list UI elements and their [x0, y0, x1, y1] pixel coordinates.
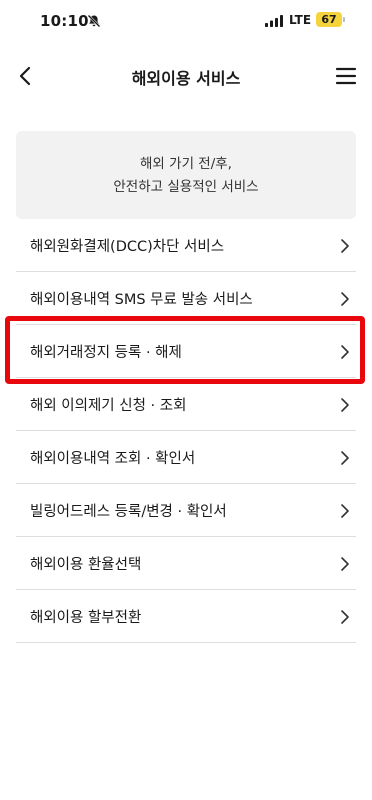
- menu-item-exchange-rate[interactable]: 해외이용 환율선택: [16, 537, 356, 590]
- intro-line-2: 안전하고 실용적인 서비스: [113, 179, 259, 195]
- menu-item-sms-service[interactable]: 해외이용내역 SMS 무료 발송 서비스: [16, 272, 356, 325]
- chevron-right-icon: [341, 557, 349, 571]
- battery-tip: [343, 17, 345, 22]
- chevron-right-icon: [341, 398, 349, 412]
- hamburger-menu-icon[interactable]: [334, 64, 358, 88]
- menu-item-installment[interactable]: 해외이용 할부전환: [16, 590, 356, 643]
- battery-icon: 67: [316, 12, 342, 27]
- menu-item-label: 해외원화결제(DCC)차단 서비스: [30, 239, 225, 255]
- menu-item-label: 해외 이의제기 신청 · 조회: [30, 398, 187, 414]
- nav-bar: 해외이용 서비스: [0, 50, 372, 102]
- menu-item-dispute[interactable]: 해외 이의제기 신청 · 조회: [16, 378, 356, 431]
- menu-item-dcc-block[interactable]: 해외원화결제(DCC)차단 서비스: [16, 219, 356, 272]
- menu-item-label: 해외이용내역 조회 · 확인서: [30, 451, 196, 467]
- menu-item-label: 해외이용 할부전환: [30, 610, 142, 626]
- menu-item-label: 해외이용내역 SMS 무료 발송 서비스: [30, 292, 253, 308]
- page-title: 해외이용 서비스: [131, 69, 241, 88]
- chevron-right-icon: [341, 610, 349, 624]
- chevron-right-icon: [341, 292, 349, 306]
- intro-line-1: 해외 가기 전/후,: [140, 156, 232, 172]
- intro-box: 해외 가기 전/후, 안전하고 실용적인 서비스: [16, 131, 356, 219]
- menu-item-transaction-suspend[interactable]: 해외거래정지 등록 · 해제: [16, 325, 356, 378]
- status-bar: 10:10 LTE 67: [0, 0, 372, 44]
- menu-item-label: 해외이용 환율선택: [30, 557, 142, 573]
- status-time: 10:10: [40, 12, 89, 30]
- chevron-right-icon: [341, 504, 349, 518]
- chevron-right-icon: [341, 345, 349, 359]
- service-menu-list: 해외원화결제(DCC)차단 서비스 해외이용내역 SMS 무료 발송 서비스 해…: [16, 219, 356, 643]
- signal-icon: [265, 15, 283, 27]
- chevron-right-icon: [341, 451, 349, 465]
- menu-item-history[interactable]: 해외이용내역 조회 · 확인서: [16, 431, 356, 484]
- menu-item-billing-address[interactable]: 빌링어드레스 등록/변경 · 확인서: [16, 484, 356, 537]
- bell-off-icon: [87, 14, 101, 28]
- network-type: LTE: [289, 13, 312, 27]
- chevron-right-icon: [341, 239, 349, 253]
- menu-item-label: 해외거래정지 등록 · 해제: [30, 345, 182, 361]
- menu-item-label: 빌링어드레스 등록/변경 · 확인서: [30, 504, 227, 520]
